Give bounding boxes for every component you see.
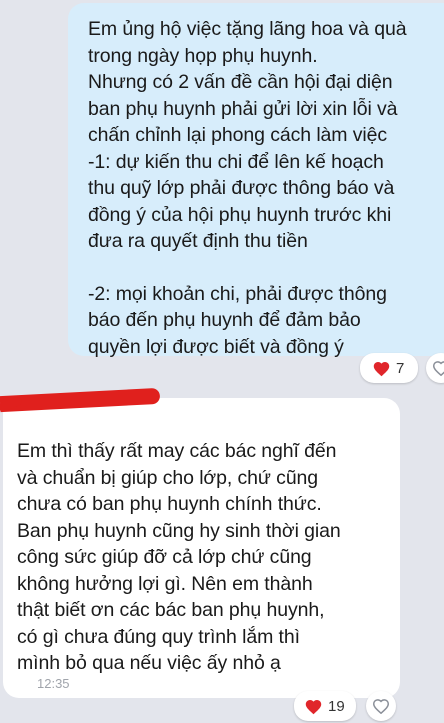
message-timestamp: 12:35 (37, 676, 70, 691)
message-line: -1: dự kiến thu chi để lên kế hoạch (88, 150, 384, 173)
message-line: báo đến phụ huynh để đảm bảo (88, 309, 361, 331)
heart-icon (305, 699, 322, 714)
message-line: công sức giúp đỡ cả lớp chứ cũng (17, 546, 312, 568)
message-line: chấn chỉnh lại phong cách làm việc (88, 124, 388, 146)
message-line: đưa ra quyết định thu tiền (88, 230, 308, 252)
outgoing-message-bubble[interactable]: Em ủng hộ việc tặng lãng hoa và quà tron… (68, 3, 444, 358)
message-line: Ban phụ huynh cũng hy sinh thời gian (17, 519, 341, 542)
message-line: thu quỹ lớp phải được thông báo và (88, 177, 395, 199)
message-line: chưa có ban phụ huynh chính thức. (17, 493, 322, 515)
message-line: không hưởng lợi gì. Nên em thành (17, 572, 313, 595)
message-line: Nhưng có 2 vấn đề cần hội đại diện (88, 71, 393, 93)
reaction-badge[interactable]: 19 (294, 691, 356, 721)
message-line: -2: mọi khoản chi, phải được thông (88, 282, 387, 305)
message-line: Em ủng hộ việc tặng lãng hoa và quà (88, 18, 407, 40)
incoming-message-bubble[interactable]: Em thì thấy rất may các bác nghĩ đến và … (3, 398, 400, 698)
message-line: đồng ý của hội phụ huynh trước khi (88, 203, 392, 226)
reaction-badge[interactable]: 7 (360, 353, 418, 383)
message-line: mình bỏ qua nếu việc ấy nhỏ ạ (17, 652, 281, 674)
reaction-count: 19 (328, 697, 345, 715)
message-line: có gì chưa đúng quy trình lắm thì (17, 625, 300, 648)
message-line: Em thì thấy rất may các bác nghĩ đến (17, 440, 337, 462)
message-line: và chuẩn bị giúp cho lớp, chứ cũng (17, 466, 319, 489)
like-button[interactable] (366, 691, 396, 721)
heart-outline-icon (432, 361, 444, 376)
reaction-count: 7 (396, 359, 405, 377)
message-line: thật biết ơn các bác ban phụ huynh, (17, 599, 325, 621)
message-line: ban phụ huynh phải gửi lời xin lỗi và (88, 97, 398, 120)
heart-outline-icon (372, 699, 390, 714)
message-line: trong ngày họp phụ huynh. (88, 44, 318, 67)
like-button[interactable] (426, 353, 444, 383)
heart-icon (373, 361, 390, 376)
